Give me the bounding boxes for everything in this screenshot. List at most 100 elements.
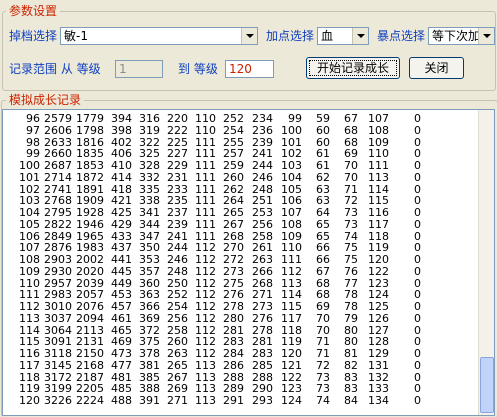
records-list[interactable]: 96 2579 1779 394 316 220 110 252 234 99 59 67 107 0 97… [2,109,495,416]
table-cell: 2020 [76,264,104,278]
table-cell: 398 [111,123,132,137]
table-cell: 410 [111,159,132,172]
table-cell: 220 [167,112,188,125]
table-cell: 115 [281,300,302,313]
table-row[interactable]: 109 2930 2020 445 357 248 112 273 266 112 67 76 122 0 [3,264,421,278]
chevron-down-icon[interactable] [352,28,368,44]
from-level-input[interactable] [115,60,163,78]
table-cell: 341 [139,206,160,219]
table-cell: 265 [167,358,188,372]
table-cell: 293 [252,394,273,407]
table-cell: 100 [281,123,302,137]
table-cell: 0 [414,264,421,278]
table-cell: 2606 [44,123,72,137]
table-cell: 2687 [44,159,72,172]
table-cell: 236 [252,123,273,137]
table-row[interactable]: 112 3010 2076 457 366 254 112 278 273 115 69 78 125 0 [3,301,421,313]
table-cell: 104 [281,170,302,184]
table-cell: 252 [223,112,244,125]
table-cell: 70 [316,311,330,325]
table-cell: 97 [26,123,40,137]
table-cell: 271 [167,394,188,407]
table-cell: 131 [368,358,389,372]
table-cell: 111 [368,159,389,172]
table-cell: 108 [19,253,40,266]
table-row[interactable]: 96 2579 1779 394 316 220 110 252 234 99 59 67 107 0 [3,113,421,125]
table-cell: 2822 [44,217,72,231]
start-record-button[interactable]: 开始记录成长 [306,57,400,79]
table-cell: 246 [167,253,188,266]
table-cell: 231 [167,170,188,184]
table-cell: 0 [414,123,421,137]
table-cell: 256 [167,311,188,325]
table-cell: 357 [139,264,160,278]
table-cell: 457 [111,300,132,313]
table-cell: 126 [368,311,389,325]
table-cell: 2930 [44,264,72,278]
drop-select[interactable]: 敏-1 [60,27,258,45]
table-cell: 99 [288,112,302,125]
table-cell: 461 [111,311,132,325]
table-cell: 332 [139,170,160,184]
table-cell: 378 [139,347,160,360]
table-cell: 111 [195,217,216,231]
table-row[interactable]: 101 2714 1872 414 332 231 111 260 246 104 62 70 113 0 [3,170,421,184]
table-row[interactable]: 104 2795 1928 425 341 237 111 265 253 107 64 73 116 0 [3,207,421,219]
crit-select[interactable]: 等下次加 [428,27,495,45]
scrollbar-thumb[interactable] [480,357,494,413]
params-group-title: 参数设置 [6,4,61,18]
table-cell: 134 [368,394,389,407]
table-cell: 1872 [76,170,104,184]
table-cell: 107 [368,112,389,125]
table-cell: 477 [111,358,132,372]
table-cell: 381 [139,358,160,372]
table-cell: 117 [368,217,389,231]
records-group-title: 模拟成长记录 [6,93,85,107]
table-cell: 273 [223,264,244,278]
table-cell: 104 [19,206,40,219]
table-cell: 109 [19,264,40,278]
table-row[interactable]: 100 2687 1853 410 328 229 111 259 244 103 61 70 111 0 [3,160,421,172]
table-cell: 61 [316,159,330,172]
table-cell: 0 [414,159,421,172]
params-group [2,11,496,91]
table-row[interactable]: 113 3037 2094 461 369 256 112 280 276 117 70 79 126 0 [3,311,421,325]
close-button[interactable]: 关闭 [409,57,464,79]
table-cell: 103 [281,159,302,172]
point-select[interactable]: 血 [317,27,369,45]
table-row[interactable]: 97 2606 1798 398 319 222 110 254 236 100 60 68 108 0 [3,123,421,137]
table-cell: 316 [139,112,160,125]
table-cell: 256 [252,217,273,231]
table-cell: 112 [281,264,302,278]
table-row[interactable]: 116 3118 2150 473 378 263 112 284 283 120 71 81 129 0 [3,348,421,360]
chevron-down-icon[interactable] [478,28,494,44]
table-cell: 120 [19,394,40,407]
chevron-down-icon[interactable] [241,28,257,44]
drop-label: 掉档选择 [9,29,58,43]
table-row[interactable]: 120 3226 2224 488 391 271 113 291 293 124 74 84 134 0 [3,395,421,407]
table-cell: 70 [344,159,358,172]
table-cell: 105 [19,217,40,231]
table-cell: 0 [414,206,421,219]
crit-select-value: 等下次加 [432,29,481,43]
table-cell: 113 [368,170,389,184]
table-cell: 366 [139,300,160,313]
table-cell: 100 [19,159,40,172]
records-scrollbar[interactable] [478,110,494,415]
to-level-label: 到 等级 [178,62,218,76]
to-level-input[interactable] [225,60,274,78]
table-cell: 96 [26,112,40,125]
table-cell: 286 [223,358,244,372]
table-row[interactable]: 117 3145 2168 477 381 265 113 286 285 121 72 82 131 0 [3,358,421,372]
records-table: 96 2579 1779 394 316 220 110 252 234 99 59 67 107 0 97… [3,113,421,407]
table-cell: 237 [167,206,188,219]
records-rows: 96 2579 1779 394 316 220 110 252 234 99 59 67 107 0 97… [3,113,421,407]
table-row[interactable]: 105 2822 1946 429 344 239 111 267 256 108 65 73 117 0 [3,217,421,231]
table-cell: 1798 [76,123,104,137]
table-cell: 113 [195,358,216,372]
table-cell: 3226 [44,394,72,407]
table-cell: 1779 [76,112,104,125]
table-cell: 72 [316,358,330,372]
table-cell: 285 [252,358,273,372]
table-row[interactable]: 108 2903 2002 441 353 246 112 272 263 111 66 75 120 0 [3,254,421,266]
